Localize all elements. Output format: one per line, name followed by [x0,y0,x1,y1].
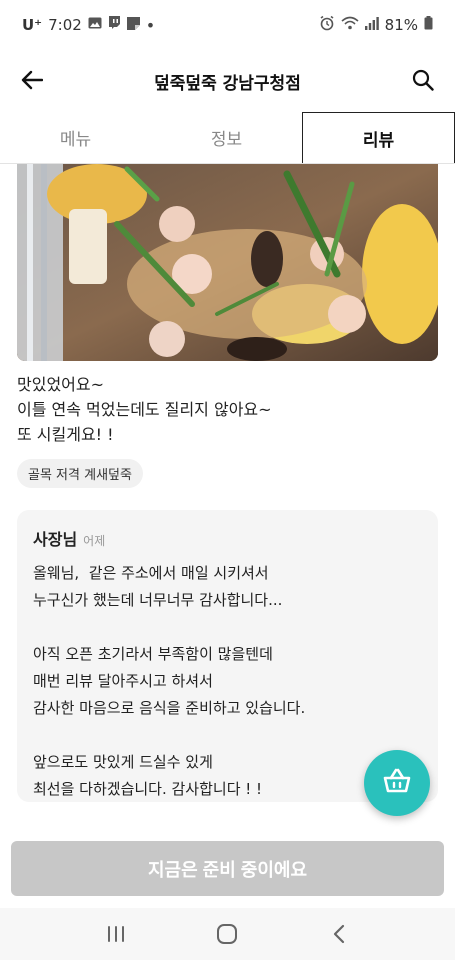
reply-date: 어제 [83,534,106,548]
reply-line: 누구신가 했는데 너무너무 감사합니다... [33,591,283,609]
food-photo[interactable] [17,164,438,361]
gallery-icon [88,17,102,33]
cart-button[interactable] [364,750,430,816]
recent-apps-icon[interactable] [86,914,146,954]
tab-menu[interactable]: 메뉴 [0,112,151,163]
review-line: 맛있었어요~ [17,375,105,394]
battery-percent: 81% [384,16,418,34]
reply-line: 감사한 마음으로 음식을 준비하고 있습니다. [33,699,306,717]
status-bar: U⁺ 7:02 • 81% [0,0,455,50]
dot-icon: • [145,15,156,35]
signal-icon [364,16,379,34]
tab-bar: 메뉴 정보 리뷰 [0,112,455,164]
system-nav-bar [0,908,455,960]
review-line: 이틀 연속 먹었는데도 질리지 않아요~ [17,400,272,419]
review-body: 맛있었어요~ 이틀 연속 먹었는데도 질리지 않아요~ 또 시킬게요! ! [17,372,437,447]
reply-line [33,722,422,749]
alarm-icon [319,15,335,35]
owner-name: 사장님 [33,530,78,549]
page-title: 덮죽덮죽 강남구청점 [154,73,301,94]
wifi-icon [341,16,359,34]
tab-info[interactable]: 정보 [151,112,302,163]
reply-line: 아직 오픈 초기라서 부족함이 많을텐데 [33,645,273,663]
order-button[interactable]: 지금은 준비 중이에요 [11,841,444,896]
twitch-icon [108,16,121,34]
carrier-label: U⁺ [22,16,43,34]
back-icon[interactable] [309,914,369,954]
reply-line [33,614,422,641]
note-icon [126,16,140,34]
reply-line: 앞으로도 맛있게 드실수 있게 [33,753,213,771]
search-icon[interactable] [407,64,439,96]
home-icon[interactable] [197,914,257,954]
review-line: 또 시킬게요! ! [17,425,114,444]
basket-icon [382,768,412,798]
back-arrow-icon[interactable] [16,64,48,96]
reply-line: 올웨님, 같은 주소에서 매일 시키셔서 [33,564,269,582]
clock-time: 7:02 [48,16,82,34]
ordered-menu-tag: 골목 저격 계새덮죽 [17,459,143,488]
reply-line: 매번 리뷰 달아주시고 하셔서 [33,672,213,690]
app-header: 덮죽덮죽 강남구청점 [0,50,455,112]
battery-icon [424,16,433,34]
tab-reviews[interactable]: 리뷰 [302,112,455,163]
